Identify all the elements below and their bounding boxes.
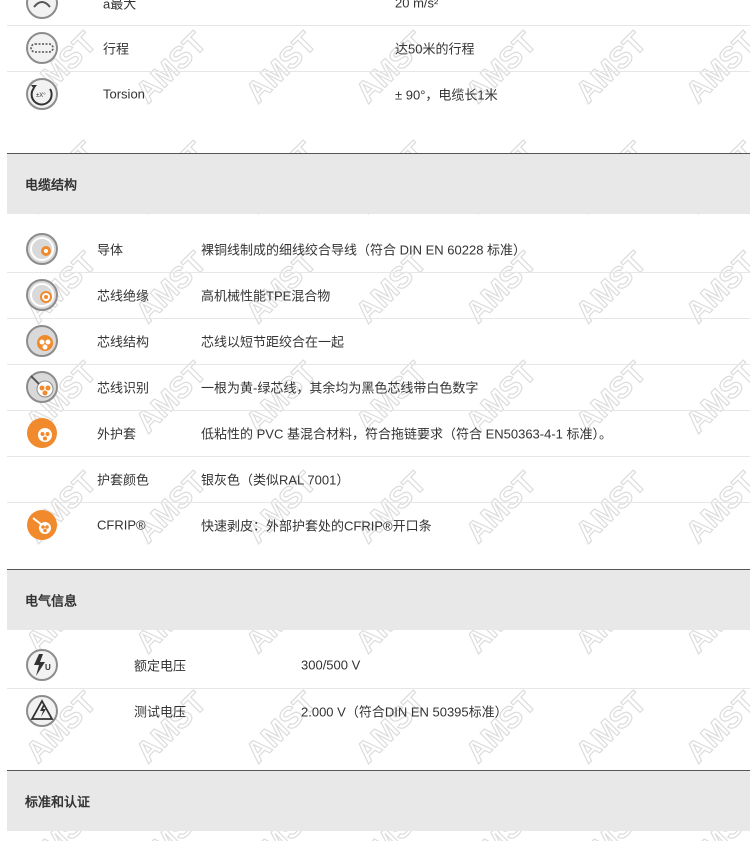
cable-row-conductor: 导体 裸铜线制成的细线绞合导线（符合 DIN EN 60228 标准） [7,226,750,273]
section-title: 标准和认证 [25,794,91,810]
core-insulation-icon [26,279,58,311]
motion-label: 行程 [103,41,130,57]
cable-label: 芯线识别 [97,380,150,396]
nominal-voltage-icon: U [26,649,58,681]
cable-value: 芯线以短节距绞合在一起 [201,334,345,350]
electrical-value: 300/500 V [301,657,361,673]
cfrip-icon [27,510,57,540]
cable-row-outer-jacket: 外护套 低粘性的 PVC 基混合材料，符合拖链要求（符合 EN50363-4-1… [7,410,750,457]
electrical-row-nominal-voltage: U 额定电压 300/500 V [7,642,750,689]
section-header-standards: 标准和认证 [7,770,750,831]
section-header-electrical: 电气信息 [7,569,750,630]
motion-label: Torsion [103,86,145,102]
travel-icon [26,32,58,64]
cable-row-core-insulation: 芯线绝缘 高机械性能TPE混合物 [7,272,750,319]
cable-row-core-identification: 芯线识别 一根为黄-绿芯线，其余均为黑色芯线带白色数字 [7,364,750,411]
motion-row-travel: 行程 达50米的行程 [7,25,750,72]
cable-label: 芯线绝缘 [97,288,150,304]
core-identification-icon [26,371,58,403]
conductor-icon [26,233,58,265]
cable-row-cfrip: CFRIP® 快速剥皮：外部护套处的CFRIP®开口条 [7,502,750,548]
test-voltage-icon [26,695,58,727]
cable-label: 外护套 [97,426,137,442]
cable-value: 高机械性能TPE混合物 [201,288,331,304]
cable-value: 银灰色（类似RAL 7001） [201,472,350,488]
nominal-voltage-icon-text: U [45,663,51,672]
section-title: 电缆结构 [25,177,78,193]
torsion-icon: ±X° [26,78,58,110]
torsion-icon-text: ±X° [36,93,46,99]
motion-value: 20 m/s² [395,0,439,10]
section-title: 电气信息 [25,593,78,609]
cable-value: 裸铜线制成的细线绞合导线（符合 DIN EN 60228 标准） [201,242,527,258]
cable-label: 导体 [97,242,124,258]
outer-jacket-icon [27,418,57,448]
motion-label: a最大 [103,0,137,11]
cable-label: 芯线结构 [97,334,150,350]
motion-row-torsion: ±X° Torsion ± 90°，电缆长1米 [7,71,750,117]
electrical-value: 2.000 V（符合DIN EN 50395标准） [301,704,508,720]
cable-value: 快速剥皮：外部护套处的CFRIP®开口条 [201,518,432,534]
cable-row-core-structure: 芯线结构 芯线以短节距绞合在一起 [7,318,750,365]
electrical-label: 额定电压 [134,658,187,674]
cable-label: CFRIP® [97,517,146,533]
cable-value: 一根为黄-绿芯线，其余均为黑色芯线带白色数字 [201,380,479,396]
motion-value: 达50米的行程 [395,41,475,57]
acceleration-icon [26,0,58,19]
motion-value: ± 90°，电缆长1米 [395,87,498,103]
electrical-row-test-voltage: 测试电压 2.000 V（符合DIN EN 50395标准） [7,688,750,734]
cable-value: 低粘性的 PVC 基混合材料，符合拖链要求（符合 EN50363-4-1 标准）… [201,426,613,442]
section-header-cable-structure: 电缆结构 [7,153,750,214]
motion-row-acceleration: a最大 20 m/s² [7,0,750,26]
cable-label: 护套颜色 [97,472,150,488]
core-structure-icon [26,325,58,357]
cable-row-jacket-color: 护套颜色 银灰色（类似RAL 7001） [7,456,750,503]
electrical-label: 测试电压 [134,704,187,720]
